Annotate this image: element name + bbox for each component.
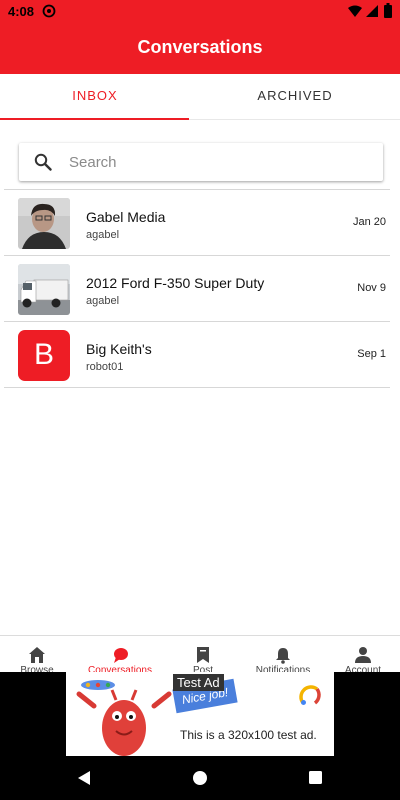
- search-box[interactable]: [19, 143, 383, 181]
- wifi-icon: [348, 5, 362, 17]
- signal-icon: [366, 5, 378, 17]
- nav-account[interactable]: Account: [323, 636, 400, 675]
- page-title: Conversations: [137, 37, 263, 57]
- recents-icon[interactable]: [308, 770, 324, 786]
- sync-status-icon: [42, 4, 56, 18]
- tab-inbox-label: INBOX: [72, 88, 118, 103]
- nav-browse[interactable]: Browse: [0, 636, 77, 675]
- tab-inbox[interactable]: INBOX: [0, 74, 190, 120]
- screen: 4:08 Conversations INBOX ARCHIVED Search…: [0, 0, 400, 800]
- battery-icon: [384, 3, 392, 18]
- conversation-list: Gabel Media agabel Jan 20 2012 Ford F-35…: [4, 189, 390, 388]
- nav-conversations[interactable]: Conversations: [80, 636, 160, 675]
- app-bar: Conversations: [0, 24, 400, 74]
- conversation-username: agabel: [86, 295, 120, 307]
- conversation-thumbnail-person: [18, 198, 70, 249]
- ad-label: Test Ad: [173, 674, 224, 691]
- conversation-username: agabel: [86, 229, 120, 241]
- status-bar: 4:08: [0, 0, 400, 24]
- bottom-navigation: Browse Conversations Post Notifications: [0, 635, 400, 675]
- back-icon[interactable]: [76, 770, 92, 786]
- home-button-icon[interactable]: [192, 770, 208, 786]
- conversation-date: Sep 1: [357, 348, 386, 360]
- system-navigation-bar: [0, 758, 400, 800]
- conversation-name: 2012 Ford F-350 Super Duty: [86, 275, 265, 291]
- tab-archived[interactable]: ARCHIVED: [190, 74, 400, 119]
- conversation-date: Jan 20: [352, 216, 386, 228]
- nav-notifications[interactable]: Notifications: [243, 636, 323, 675]
- conversation-date: Nov 9: [357, 282, 386, 294]
- nav-post[interactable]: Post: [163, 636, 243, 675]
- monster-illustration-icon: [76, 680, 172, 756]
- ad-text: This is a 320x100 test ad.: [180, 728, 317, 742]
- search-input[interactable]: [69, 143, 369, 181]
- bookmark-icon: [197, 647, 209, 663]
- tab-bar: INBOX ARCHIVED: [0, 74, 400, 120]
- ad-logo-icon: [299, 685, 321, 705]
- conversation-item[interactable]: 2012 Ford F-350 Super Duty agabel Nov 9: [4, 256, 390, 322]
- home-icon: [29, 647, 45, 663]
- tab-archived-label: ARCHIVED: [257, 88, 333, 103]
- conversation-item[interactable]: Gabel Media agabel Jan 20: [4, 190, 390, 256]
- conversation-thumbnail-truck: [18, 264, 70, 315]
- status-time: 4:08: [8, 4, 35, 19]
- bell-icon: [276, 648, 290, 664]
- chat-bubble-icon: [114, 648, 128, 663]
- tab-active-indicator: [0, 118, 189, 120]
- person-icon: [355, 647, 371, 663]
- conversation-thumbnail-letter: B: [18, 330, 70, 381]
- conversation-name: Big Keith's: [86, 341, 152, 357]
- search-icon: [34, 153, 52, 171]
- conversation-username: robot01: [86, 361, 124, 373]
- conversation-name: Gabel Media: [86, 209, 166, 225]
- conversation-item[interactable]: B Big Keith's robot01 Sep 1: [4, 322, 390, 388]
